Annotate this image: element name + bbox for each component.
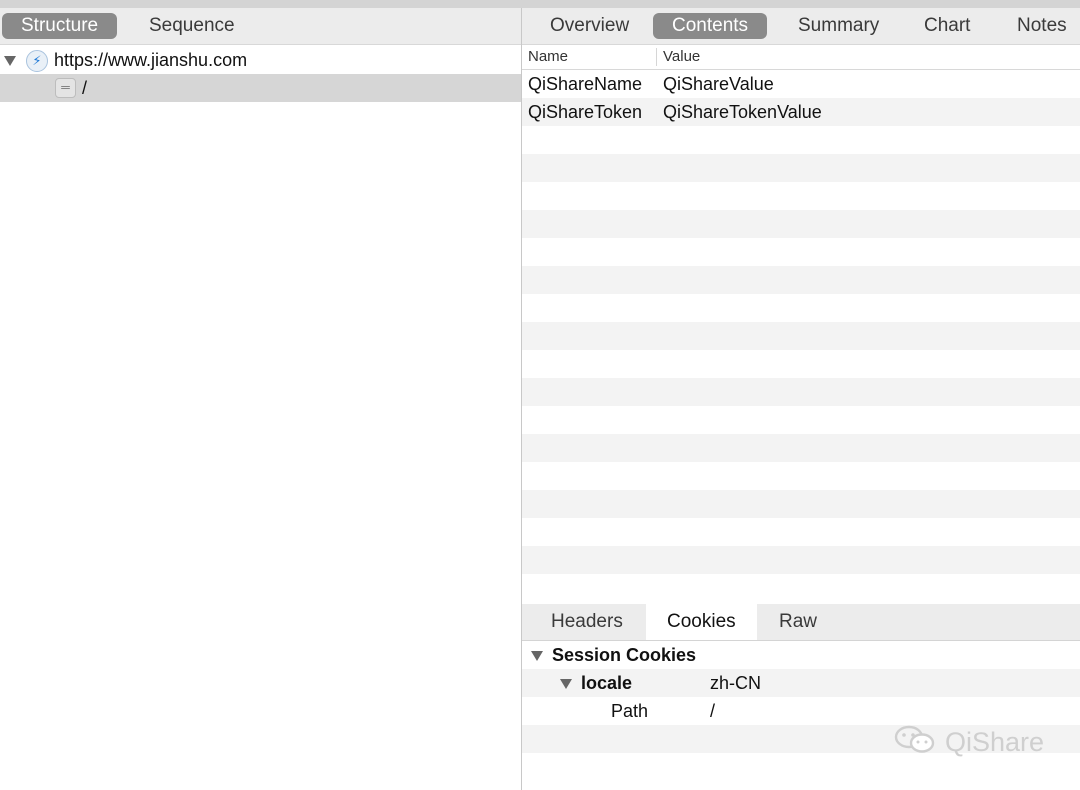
empty-row — [522, 490, 1080, 518]
watermark-text: QiShare — [945, 727, 1045, 758]
column-header-name[interactable]: Name — [528, 48, 568, 65]
empty-row — [522, 154, 1080, 182]
contents-table: QiShareName QiShareValue QiShareToken Qi… — [522, 70, 1080, 602]
table-header: Name Value — [522, 45, 1080, 70]
tab-notes[interactable]: Notes — [998, 13, 1080, 39]
table-row[interactable]: QiShareToken QiShareTokenValue — [522, 98, 1080, 126]
tab-sequence[interactable]: Sequence — [130, 13, 254, 39]
empty-row — [522, 434, 1080, 462]
empty-row — [522, 406, 1080, 434]
tab-contents[interactable]: Contents — [653, 13, 768, 39]
column-divider[interactable] — [656, 48, 657, 66]
detail-tab-bar: Overview Contents Summary Chart Notes — [522, 8, 1080, 45]
lightning-host-icon: ⚡ — [26, 50, 48, 72]
empty-row — [522, 210, 1080, 238]
tab-cookies[interactable]: Cookies — [646, 604, 757, 640]
tab-raw[interactable]: Raw — [758, 604, 838, 640]
cookies-tree: Session Cookies locale zh-CN Path / — [522, 641, 1080, 790]
cookie-name: locale — [581, 673, 633, 693]
tree-row-host[interactable]: ⚡ https://www.jianshu.com — [0, 46, 521, 74]
host-label: https://www.jianshu.com — [54, 50, 248, 70]
cookie-attr-row[interactable]: Path / — [522, 697, 1080, 725]
column-header-value[interactable]: Value — [663, 48, 700, 65]
empty-row — [522, 378, 1080, 406]
empty-row — [522, 294, 1080, 322]
tab-summary[interactable]: Summary — [779, 13, 898, 39]
empty-row — [522, 266, 1080, 294]
empty-row — [522, 518, 1080, 546]
empty-row — [522, 546, 1080, 574]
disclosure-triangle-icon[interactable] — [531, 651, 543, 661]
empty-row — [522, 238, 1080, 266]
structure-pane: Structure Sequence ⚡ https://www.jianshu… — [0, 8, 522, 790]
disclosure-triangle-icon[interactable] — [560, 679, 572, 689]
watermark: QiShare — [893, 724, 1044, 758]
tab-headers[interactable]: Headers — [530, 604, 644, 640]
table-row[interactable]: QiShareName QiShareValue — [522, 70, 1080, 98]
empty-row — [522, 574, 1080, 602]
tab-structure[interactable]: Structure — [2, 13, 118, 39]
cookie-attr-name: Path — [611, 701, 649, 721]
path-label: / — [82, 78, 88, 98]
empty-row — [522, 126, 1080, 154]
row-value: QiShareTokenValue — [663, 102, 822, 122]
cookie-attr-value: / — [710, 701, 716, 721]
row-name: QiShareName — [528, 74, 643, 94]
request-doc-icon: ═ — [55, 78, 76, 98]
tree-row-path[interactable]: ═ / — [0, 74, 521, 102]
empty-row — [522, 350, 1080, 378]
row-value: QiShareValue — [663, 74, 774, 94]
empty-row — [522, 462, 1080, 490]
empty-row — [522, 182, 1080, 210]
cookie-row[interactable]: locale zh-CN — [522, 669, 1080, 697]
request-tab-bar: Headers Cookies Raw — [522, 604, 1080, 641]
detail-pane: Overview Contents Summary Chart Notes Na… — [522, 8, 1080, 790]
wechat-icon — [893, 724, 937, 764]
empty-row — [522, 322, 1080, 350]
cookie-group-row[interactable]: Session Cookies — [522, 641, 1080, 669]
tab-chart[interactable]: Chart — [905, 13, 989, 39]
tab-overview[interactable]: Overview — [531, 13, 648, 39]
disclosure-triangle-icon[interactable] — [4, 56, 16, 66]
cookie-group-label: Session Cookies — [552, 645, 697, 665]
row-name: QiShareToken — [528, 102, 643, 122]
cookie-value: zh-CN — [710, 673, 762, 693]
view-mode-bar: Structure Sequence — [0, 8, 521, 45]
